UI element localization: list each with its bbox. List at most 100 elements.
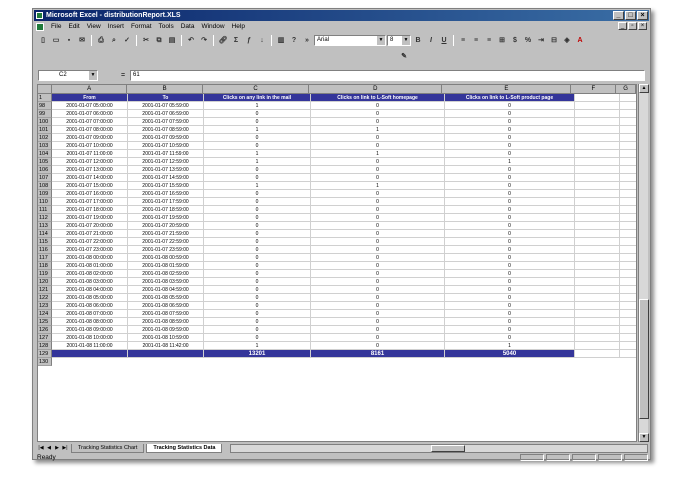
table-cell[interactable]: 0 [311, 206, 445, 214]
table-cell[interactable]: 1 [311, 150, 445, 158]
table-cell[interactable] [575, 142, 620, 150]
table-cell[interactable]: 2001-01-08 11:00:00 [52, 342, 128, 350]
table-cell[interactable]: 0 [311, 166, 445, 174]
table-cell[interactable]: 2001-01-07 12:00:00 [52, 158, 128, 166]
table-cell[interactable] [620, 246, 636, 254]
table-cell[interactable]: 0 [445, 286, 575, 294]
table-cell[interactable] [575, 94, 620, 102]
table-cell[interactable]: 0 [445, 134, 575, 142]
doc-close-button[interactable]: × [638, 22, 647, 30]
table-cell[interactable]: 0 [311, 302, 445, 310]
table-cell[interactable]: 2001-01-08 10:00:00 [52, 334, 128, 342]
table-cell[interactable] [620, 198, 636, 206]
table-cell[interactable] [575, 150, 620, 158]
chevron-down-icon[interactable]: ▼ [377, 36, 385, 45]
column-header-b[interactable]: B [127, 85, 203, 94]
table-cell[interactable]: 0 [311, 110, 445, 118]
table-cell[interactable]: 0 [445, 262, 575, 270]
table-cell[interactable] [620, 182, 636, 190]
table-cell[interactable]: 0 [204, 310, 311, 318]
table-cell[interactable]: 0 [204, 238, 311, 246]
table-cell[interactable]: 0 [204, 190, 311, 198]
table-cell[interactable] [575, 342, 620, 350]
table-cell[interactable] [620, 158, 636, 166]
table-cell[interactable]: 0 [445, 278, 575, 286]
table-cell[interactable]: 2001-01-08 04:00:00 [52, 286, 128, 294]
table-cell[interactable] [575, 230, 620, 238]
table-cell[interactable]: 2001-01-07 22:00:00 [52, 238, 128, 246]
total-cell[interactable]: 13201 [204, 350, 311, 358]
table-cell[interactable]: 0 [204, 326, 311, 334]
row-number[interactable]: 98 [38, 102, 52, 110]
table-cell[interactable] [575, 262, 620, 270]
percent-icon[interactable]: % [522, 35, 534, 47]
table-cell[interactable] [575, 302, 620, 310]
table-cell[interactable]: 2001-01-08 08:00:00 [52, 318, 128, 326]
table-cell[interactable] [620, 262, 636, 270]
table-cell[interactable] [575, 238, 620, 246]
redo-icon[interactable]: ↷ [198, 35, 210, 47]
row-number[interactable]: 1 [38, 94, 52, 102]
menu-window[interactable]: Window [201, 23, 224, 30]
table-cell[interactable] [620, 326, 636, 334]
table-cell[interactable]: 0 [204, 230, 311, 238]
row-number[interactable]: 108 [38, 182, 52, 190]
table-cell[interactable]: 0 [311, 326, 445, 334]
function-icon[interactable]: ƒ [243, 35, 255, 47]
table-cell[interactable] [575, 206, 620, 214]
table-cell[interactable]: 2001-01-07 11:59:00 [128, 150, 204, 158]
total-cell[interactable]: 8161 [311, 350, 445, 358]
menu-file[interactable]: File [51, 23, 61, 30]
table-cell[interactable]: 0 [445, 318, 575, 326]
table-cell[interactable] [575, 158, 620, 166]
formula-input[interactable]: 61 [130, 70, 645, 81]
row-number[interactable]: 119 [38, 270, 52, 278]
table-cell[interactable]: 0 [311, 286, 445, 294]
table-cell[interactable]: 0 [445, 326, 575, 334]
table-cell[interactable]: 0 [311, 310, 445, 318]
table-cell[interactable]: 2001-01-07 20:59:00 [128, 222, 204, 230]
table-cell[interactable] [620, 342, 636, 350]
table-cell[interactable]: 2001-01-07 07:00:00 [52, 118, 128, 126]
table-cell[interactable]: 0 [311, 198, 445, 206]
align-left-icon[interactable]: ≡ [457, 35, 469, 47]
vertical-scroll-thumb[interactable] [639, 299, 649, 419]
row-number[interactable]: 114 [38, 230, 52, 238]
table-cell[interactable]: 1 [204, 182, 311, 190]
table-cell[interactable]: 2001-01-07 11:00:00 [52, 150, 128, 158]
table-cell[interactable]: 2001-01-07 18:00:00 [52, 206, 128, 214]
table-cell[interactable]: 0 [311, 342, 445, 350]
table-cell[interactable]: 2001-01-07 19:59:00 [128, 214, 204, 222]
table-cell[interactable]: 2001-01-08 01:00:00 [52, 262, 128, 270]
name-box[interactable]: C2 ▼ [38, 70, 98, 81]
row-number[interactable]: 116 [38, 246, 52, 254]
scroll-up-icon[interactable]: ▲ [639, 84, 649, 93]
merge-center-icon[interactable]: ⊞ [496, 35, 508, 47]
table-cell[interactable]: 2001-01-07 15:59:00 [128, 182, 204, 190]
table-cell[interactable] [620, 302, 636, 310]
table-cell[interactable]: 0 [445, 214, 575, 222]
table-cell[interactable]: 2001-01-07 19:00:00 [52, 214, 128, 222]
sort-ascending-icon[interactable]: ↓ [256, 35, 268, 47]
table-cell[interactable]: 0 [445, 102, 575, 110]
table-cell[interactable]: 0 [445, 182, 575, 190]
table-cell[interactable] [575, 286, 620, 294]
table-cell[interactable] [620, 134, 636, 142]
table-cell[interactable]: 2001-01-07 21:00:00 [52, 230, 128, 238]
row-number[interactable]: 110 [38, 198, 52, 206]
total-cell[interactable]: 5040 [445, 350, 575, 358]
table-cell[interactable]: 2001-01-07 16:59:00 [128, 190, 204, 198]
row-number[interactable]: 129 [38, 350, 52, 358]
table-cell[interactable]: 2001-01-08 04:59:00 [128, 286, 204, 294]
table-cell[interactable]: 2001-01-07 09:59:00 [128, 134, 204, 142]
table-cell[interactable]: 0 [445, 246, 575, 254]
table-cell[interactable]: 2001-01-08 02:00:00 [52, 270, 128, 278]
table-cell[interactable]: 0 [445, 310, 575, 318]
table-cell[interactable]: 2001-01-08 08:59:00 [128, 318, 204, 326]
close-button[interactable]: × [637, 11, 648, 20]
table-cell[interactable]: 2001-01-07 10:00:00 [52, 142, 128, 150]
table-cell[interactable] [575, 294, 620, 302]
table-cell[interactable]: 2001-01-08 05:59:00 [128, 294, 204, 302]
table-cell[interactable]: 2001-01-08 09:00:00 [52, 326, 128, 334]
menu-tools[interactable]: Tools [159, 23, 174, 30]
